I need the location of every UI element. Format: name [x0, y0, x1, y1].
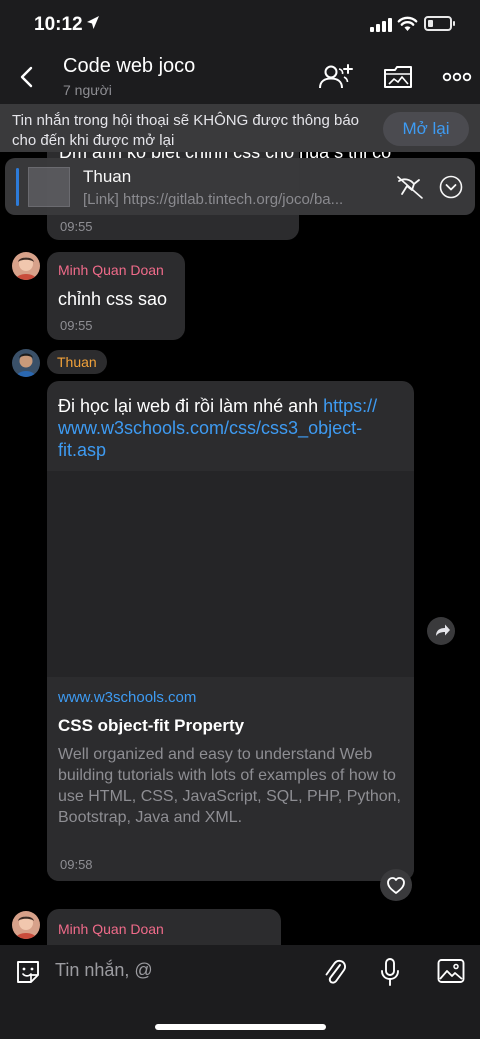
message-text: chỉnh css sao [58, 289, 168, 309]
message-input-bar: Tin nhắn, @ [0, 945, 480, 997]
location-arrow-icon [87, 16, 99, 29]
gallery-button[interactable] [436, 957, 466, 985]
microphone-icon [381, 958, 399, 986]
pinned-link-text: [Link] https://gitlab.tintech.org/joco/b… [83, 191, 344, 208]
message-plain-text: Đi học lại web đi rồi làm nhé anh [58, 396, 324, 416]
link-preview-image[interactable] [47, 471, 414, 677]
link-preview-description: Well organized and easy to understand We… [58, 746, 401, 826]
link-preview-card[interactable]: www.w3schools.com CSS object-fit Propert… [47, 677, 414, 881]
forward-button[interactable] [427, 617, 455, 645]
mute-notice-banner: Tin nhắn trong hội thoại sẽ KHÔNG được t… [0, 104, 480, 152]
chat-area[interactable]: Dm anh ko biet chinh css cho nua s thi c… [0, 152, 480, 945]
pinned-thumbnail [28, 167, 70, 207]
message-link-line3[interactable]: fit.asp [58, 440, 106, 460]
sender-name: Minh Quan Doan [58, 262, 164, 278]
share-arrow-icon [436, 624, 450, 636]
avatar-minh-quan-doan[interactable] [12, 252, 40, 280]
pinned-message-bar[interactable]: Thuan [Link] https://gitlab.tintech.org/… [5, 158, 475, 215]
expand-pinned-button[interactable] [439, 175, 463, 199]
link-preview-title: CSS object-fit Property [58, 716, 245, 735]
message-time: 09:55 [60, 318, 93, 333]
avatar-thuan[interactable] [12, 349, 40, 377]
mute-notice-text: Tin nhắn trong hội thoại sẽ KHÔNG được t… [12, 112, 360, 149]
message-input[interactable]: Tin nhắn, @ [55, 960, 153, 981]
back-icon [20, 66, 33, 88]
sender-name: Minh Quan Doan [58, 921, 164, 937]
more-icon [442, 72, 472, 82]
unpin-button[interactable] [395, 172, 425, 202]
message-link[interactable]: https:// [323, 396, 377, 416]
media-folder-button[interactable] [378, 62, 418, 92]
message-time: 09:55 [60, 219, 93, 234]
reopen-notifications-button[interactable]: Mở lại [383, 112, 469, 146]
conversation-header: Code web joco 7 người [0, 52, 480, 104]
avatar-minh-quan-doan[interactable] [12, 911, 40, 939]
home-area [0, 997, 480, 1039]
status-time: 10:12 [34, 14, 83, 35]
message-bubble[interactable]: Minh Quan Doan chỉnh css sao 09:55 [47, 252, 185, 340]
unpin-icon [397, 176, 423, 199]
add-member-button[interactable] [316, 62, 356, 92]
link-preview-domain: www.w3schools.com [58, 689, 197, 706]
more-options-button[interactable] [437, 62, 477, 92]
back-button[interactable] [16, 62, 40, 92]
signal-icon [370, 18, 392, 32]
battery-icon [424, 16, 455, 31]
pinned-accent-bar [16, 168, 19, 206]
react-heart-button[interactable] [380, 869, 412, 901]
link-message-bubble[interactable]: Đi học lại web đi rồi làm nhé anh https:… [47, 381, 414, 881]
media-folder-icon [384, 66, 412, 88]
attach-button[interactable] [322, 957, 348, 987]
heart-icon [387, 877, 405, 894]
home-indicator[interactable] [155, 1024, 326, 1030]
message-time: 09:58 [60, 857, 93, 872]
status-bar: 10:12 [0, 0, 480, 52]
message-bubble[interactable]: Minh Quan Doan [47, 909, 281, 945]
chevron-down-circle-icon [439, 175, 463, 199]
conversation-title[interactable]: Code web joco [63, 55, 195, 78]
message-text: Đi học lại web đi rồi làm nhé anh https:… [58, 395, 408, 461]
voice-button[interactable] [377, 956, 403, 988]
pinned-sender: Thuan [83, 167, 132, 186]
add-member-icon [319, 64, 353, 89]
sender-name: Thuan [47, 350, 107, 374]
member-count[interactable]: 7 người [63, 82, 112, 98]
message-link-line2[interactable]: www.w3schools.com/css/css3_object- [58, 418, 362, 438]
wifi-icon [397, 16, 418, 31]
sticker-emoji-icon [17, 961, 39, 983]
image-icon [437, 959, 465, 983]
emoji-button[interactable] [14, 958, 42, 986]
paperclip-icon [325, 959, 346, 984]
